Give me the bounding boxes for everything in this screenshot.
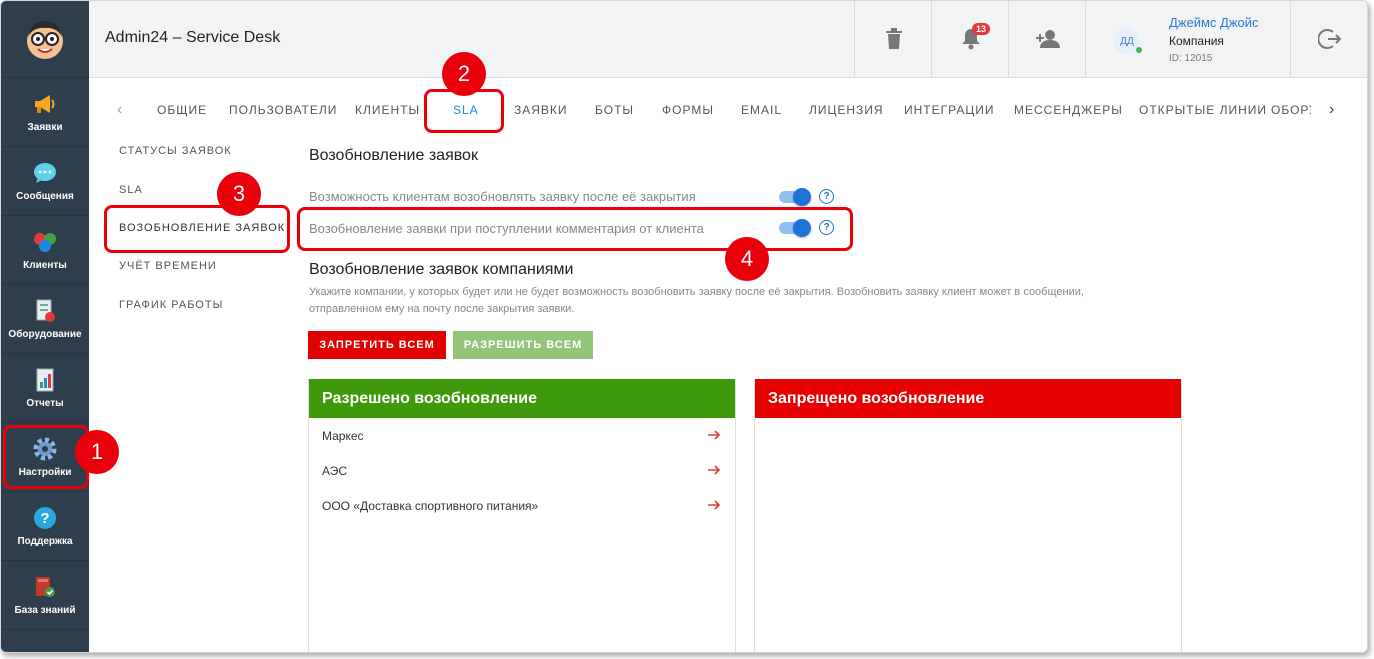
- reports-icon: [32, 367, 58, 393]
- help-icon: ?: [32, 505, 58, 531]
- user-id: ID: 12015: [1169, 53, 1213, 64]
- sidebar-item-clients[interactable]: Клиенты: [1, 216, 89, 285]
- user-profile[interactable]: ДД Джеймс Джойс Компания ID: 12015: [1085, 1, 1291, 77]
- tab-messengers[interactable]: МЕССЕНДЖЕРЫ: [1014, 103, 1123, 117]
- online-status-dot: [1136, 47, 1142, 53]
- trash-button[interactable]: [854, 1, 932, 77]
- tab-forms[interactable]: ФОРМЫ: [662, 103, 714, 117]
- denied-panel: Запрещено возобновление: [754, 379, 1182, 652]
- callout-number: 1: [75, 430, 119, 474]
- sidebar-item-support[interactable]: ? Поддержка: [1, 492, 89, 561]
- move-right-arrow-icon[interactable]: [707, 428, 721, 442]
- sidebar: Заявки Сообщения Клиенты Оборудование От…: [1, 1, 89, 652]
- toggle-knob: [793, 188, 811, 206]
- tab-equipment[interactable]: ОБОРУДОВАНИЕ: [1271, 103, 1311, 117]
- callout-number: 2: [442, 52, 486, 96]
- equipment-icon: [32, 298, 58, 324]
- option-label-reopen-on-comment: Возобновление заявки при поступлении ком…: [309, 221, 704, 236]
- companies-section-title: Возобновление заявок компаниями: [309, 261, 574, 278]
- settings-tabs: ‹ ОБЩИЕ ПОЛЬЗОВАТЕЛИ КЛИЕНТЫ SLA ЗАЯВКИ …: [89, 93, 1351, 127]
- sidebar-item-label: Поддержка: [17, 536, 73, 547]
- svg-text:?: ?: [40, 510, 49, 527]
- tab-email[interactable]: EMAIL: [741, 103, 782, 117]
- tab-general[interactable]: ОБЩИЕ: [157, 103, 207, 117]
- tab-bots[interactable]: БОТЫ: [595, 103, 634, 117]
- denied-panel-title: Запрещено возобновление: [755, 379, 1181, 418]
- move-right-arrow-icon[interactable]: [707, 463, 721, 477]
- avatar-face-icon: [27, 21, 63, 59]
- book-icon: [32, 574, 58, 600]
- company-name: ООО «Доставка спортивного питания»: [322, 498, 539, 513]
- subnav-sla[interactable]: SLA: [119, 184, 143, 196]
- notifications-badge: 13: [972, 23, 991, 35]
- app-window: Заявки Сообщения Клиенты Оборудование От…: [0, 0, 1368, 653]
- chat-icon: [32, 160, 58, 186]
- logout-icon: [1317, 29, 1341, 49]
- logout-button[interactable]: [1290, 1, 1367, 77]
- sidebar-item-knowledge-base[interactable]: База знаний: [1, 561, 89, 630]
- tab-users[interactable]: ПОЛЬЗОВАТЕЛИ: [229, 103, 337, 117]
- sidebar-item-label: База знаний: [14, 605, 76, 616]
- user-company: Компания: [1169, 34, 1224, 48]
- subnav-ticket-reopening[interactable]: ВОЗОБНОВЛЕНИЕ ЗАЯВОК: [119, 222, 285, 234]
- sidebar-item-label: Заявки: [27, 122, 63, 133]
- move-right-arrow-icon[interactable]: [707, 498, 721, 512]
- subnav-ticket-statuses[interactable]: СТАТУСЫ ЗАЯВОК: [119, 145, 232, 157]
- allowed-panel: Разрешено возобновление Маркес АЭС ООО «…: [308, 379, 736, 652]
- sidebar-item-equipment[interactable]: Оборудование: [1, 285, 89, 354]
- company-row: ООО «Доставка спортивного питания»: [309, 488, 735, 523]
- clients-icon: [32, 229, 58, 255]
- tab-license[interactable]: ЛИЦЕНЗИЯ: [809, 103, 884, 117]
- tab-integrations[interactable]: ИНТЕГРАЦИИ: [904, 103, 994, 117]
- top-header: Admin24 – Service Desk 13 ДД Джеймс Джой…: [89, 1, 1367, 78]
- sidebar-item-reports[interactable]: Отчеты: [1, 354, 89, 423]
- section-title: Возобновление заявок: [309, 147, 478, 164]
- allowed-panel-title: Разрешено возобновление: [309, 379, 735, 418]
- sidebar-item-label: Настройки: [18, 467, 72, 478]
- company-name: Маркес: [322, 428, 364, 443]
- sidebar-item-label: Клиенты: [23, 260, 67, 271]
- toggle-reopen-on-comment[interactable]: [779, 219, 811, 237]
- tab-tickets[interactable]: ЗАЯВКИ: [514, 103, 568, 117]
- trash-icon: [885, 28, 902, 49]
- tab-clients[interactable]: КЛИЕНТЫ: [355, 103, 420, 117]
- app-title: Admin24 – Service Desk: [105, 29, 281, 46]
- option-label-reopen-after-close: Возможность клиентам возобновлять заявку…: [309, 189, 696, 204]
- help-icon[interactable]: ?: [819, 220, 834, 235]
- company-row: Маркес: [309, 418, 735, 453]
- callout-number: 3: [217, 172, 261, 216]
- callout-number: 4: [725, 237, 769, 281]
- tabs-scroll-right-icon[interactable]: ›: [1329, 101, 1334, 119]
- sidebar-item-label: Сообщения: [16, 191, 74, 202]
- sidebar-item-messages[interactable]: Сообщения: [1, 147, 89, 216]
- notifications-button[interactable]: 13: [931, 1, 1009, 77]
- sidebar-item-tickets[interactable]: Заявки: [1, 78, 89, 147]
- subnav-work-schedule[interactable]: ГРАФИК РАБОТЫ: [119, 299, 223, 311]
- sidebar-item-label: Отчеты: [26, 398, 64, 409]
- gear-icon: [32, 436, 58, 462]
- company-row: АЭС: [309, 453, 735, 488]
- companies-description: Укажите компании, у которых будет или не…: [309, 286, 1084, 315]
- tab-open-lines[interactable]: ОТКРЫТЫЕ ЛИНИИ: [1139, 103, 1267, 117]
- help-icon[interactable]: ?: [819, 189, 834, 204]
- sidebar-item-label: Оборудование: [8, 329, 82, 340]
- subnav-time-tracking[interactable]: УЧЁТ ВРЕМЕНИ: [119, 260, 217, 272]
- toggle-reopen-after-close[interactable]: [779, 188, 811, 206]
- deny-all-button[interactable]: ЗАПРЕТИТЬ ВСЕМ: [308, 331, 446, 359]
- logo[interactable]: [1, 1, 89, 78]
- add-user-button[interactable]: [1008, 1, 1086, 77]
- company-name: АЭС: [322, 463, 348, 478]
- user-name[interactable]: Джеймс Джойс: [1169, 15, 1259, 30]
- megaphone-icon: [32, 91, 58, 117]
- add-user-icon: [1035, 30, 1060, 48]
- tabs-scroll-left-icon[interactable]: ‹: [117, 101, 122, 119]
- toggle-knob: [793, 219, 811, 237]
- allow-all-button[interactable]: РАЗРЕШИТЬ ВСЕМ: [453, 331, 593, 359]
- tab-sla[interactable]: SLA: [453, 103, 479, 117]
